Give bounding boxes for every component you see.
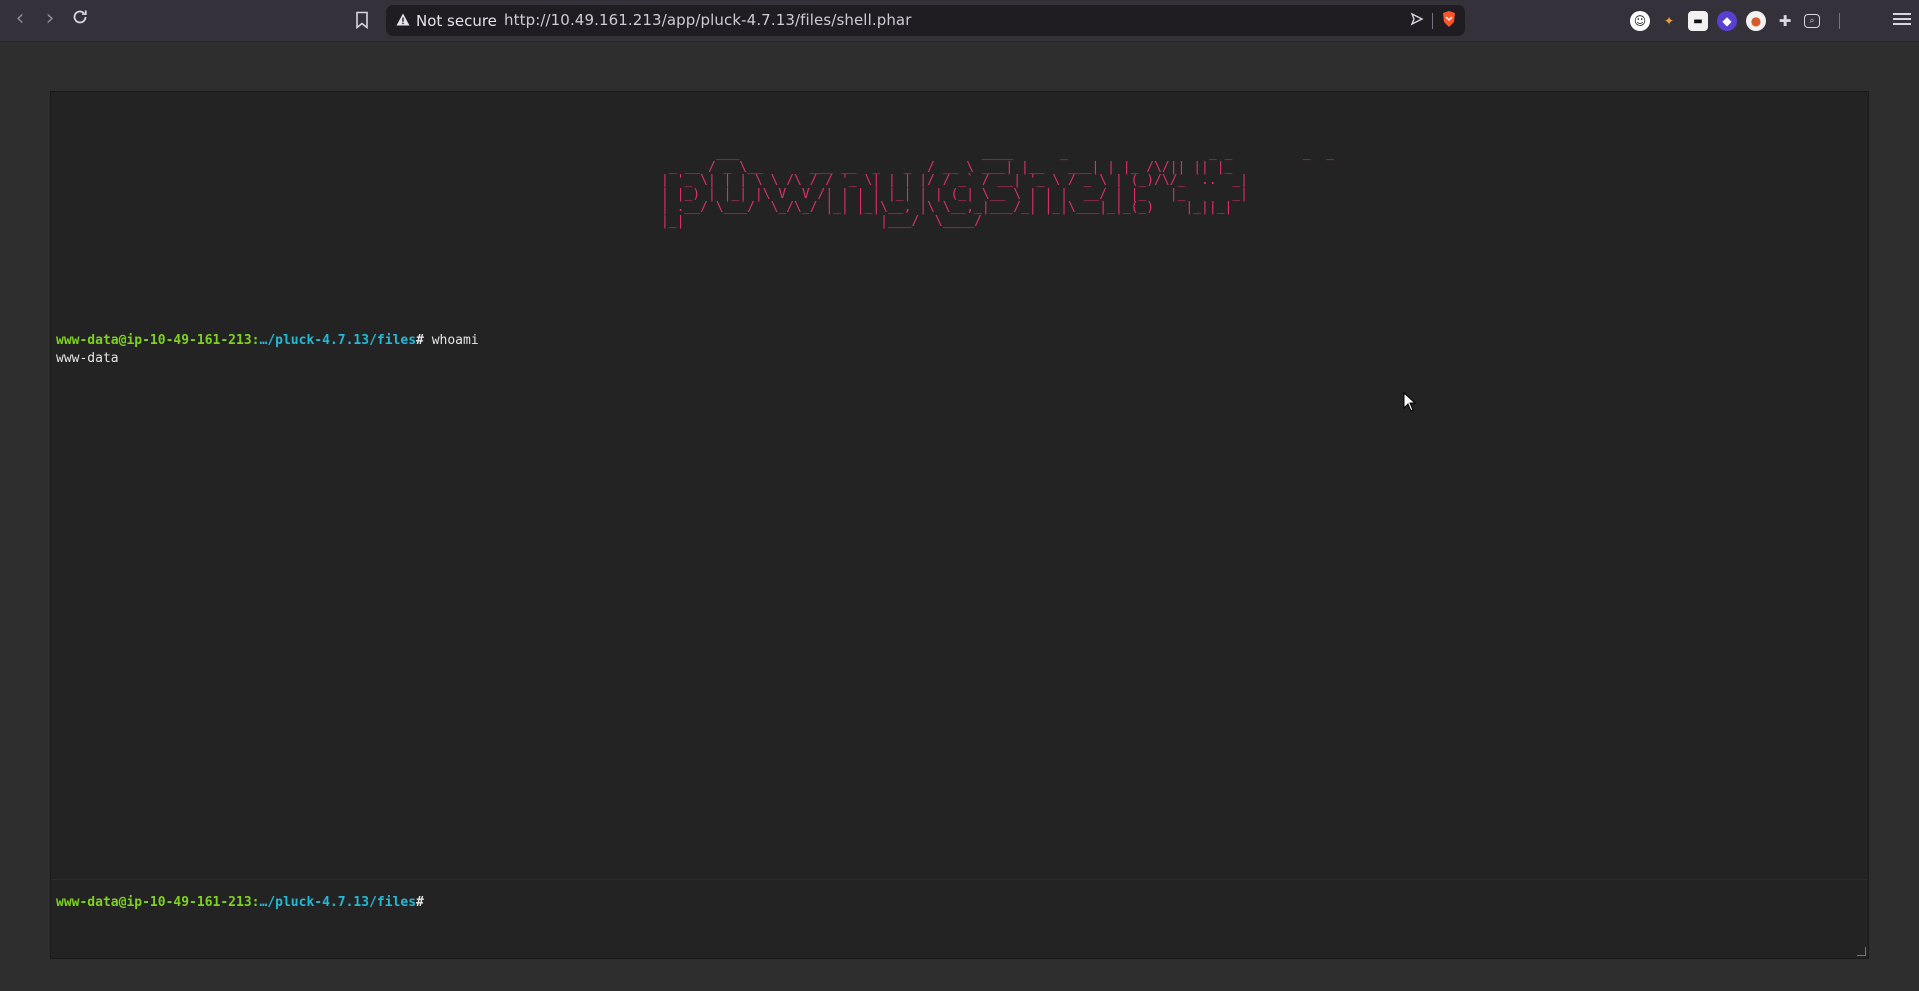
prompt-colon: : (251, 895, 260, 910)
warning-icon (396, 12, 410, 30)
security-label: Not secure (416, 11, 497, 30)
prompt-hash: # (416, 333, 424, 348)
mouse-cursor-icon (1403, 391, 1417, 416)
prompt-path: …/pluck-4.7.13/files (259, 895, 417, 910)
prompt-colon: : (251, 333, 260, 348)
browser-toolbar: ‹ › Not secure http://10.49.161.213/app/… (0, 0, 1919, 42)
divider (1432, 12, 1433, 29)
puzzle-icon[interactable]: ✚ (1775, 11, 1795, 31)
menu-icon[interactable] (1893, 10, 1911, 30)
reload-icon[interactable] (68, 8, 92, 32)
prompt-user-host: www-data@ip-10-49-161-213 (56, 895, 252, 910)
security-indicator[interactable]: Not secure (396, 5, 497, 36)
ascii-banner: ___ ____ _ _ _ _ _ _ __ / _ \__ ___ __ _… (661, 146, 1335, 229)
terminal-output: www-data@ip-10-49-161-213:…/pluck-4.7.13… (56, 332, 479, 368)
back-icon[interactable]: ‹ (8, 8, 32, 32)
divider (1839, 13, 1840, 29)
address-bar[interactable]: Not secure http://10.49.161.213/app/pluc… (386, 5, 1465, 36)
extensions-area: ☺ ✦ ▬ ◆ ● ✚ ⌕ (1630, 9, 1840, 33)
history-command-output: www-data (56, 351, 119, 366)
history-command: whoami (431, 333, 479, 348)
input-prompt: www-data@ip-10-49-161-213:…/pluck-4.7.13… (56, 894, 424, 912)
prompt-hash: # (416, 895, 424, 910)
prompt-user-host: www-data@ip-10-49-161-213 (56, 333, 252, 348)
extension-icon[interactable]: ☺ (1630, 11, 1650, 31)
page-body: ___ ____ _ _ _ _ _ _ __ / _ \__ ___ __ _… (0, 42, 1919, 991)
forward-icon[interactable]: › (38, 8, 62, 32)
shell-terminal: ___ ____ _ _ _ _ _ _ __ / _ \__ ___ __ _… (50, 91, 1869, 959)
extension-icon[interactable]: ▬ (1688, 11, 1708, 31)
resize-handle[interactable] (1857, 947, 1866, 956)
brave-shield-icon[interactable] (1441, 10, 1457, 32)
share-icon[interactable] (1410, 11, 1424, 30)
extension-icon[interactable]: ● (1746, 11, 1766, 31)
bookmark-icon[interactable] (352, 9, 372, 31)
command-input-row: www-data@ip-10-49-161-213:…/pluck-4.7.13… (51, 879, 1868, 960)
history-command-line: www-data@ip-10-49-161-213:…/pluck-4.7.13… (56, 332, 479, 350)
command-input[interactable] (429, 893, 1833, 915)
extension-icon[interactable]: ◆ (1717, 11, 1737, 31)
extension-icon[interactable]: ✦ (1659, 11, 1679, 31)
url-text[interactable]: http://10.49.161.213/app/pluck-4.7.13/fi… (504, 5, 912, 36)
extension-icon[interactable]: ⌕ (1804, 14, 1820, 28)
prompt-path: …/pluck-4.7.13/files (259, 333, 417, 348)
